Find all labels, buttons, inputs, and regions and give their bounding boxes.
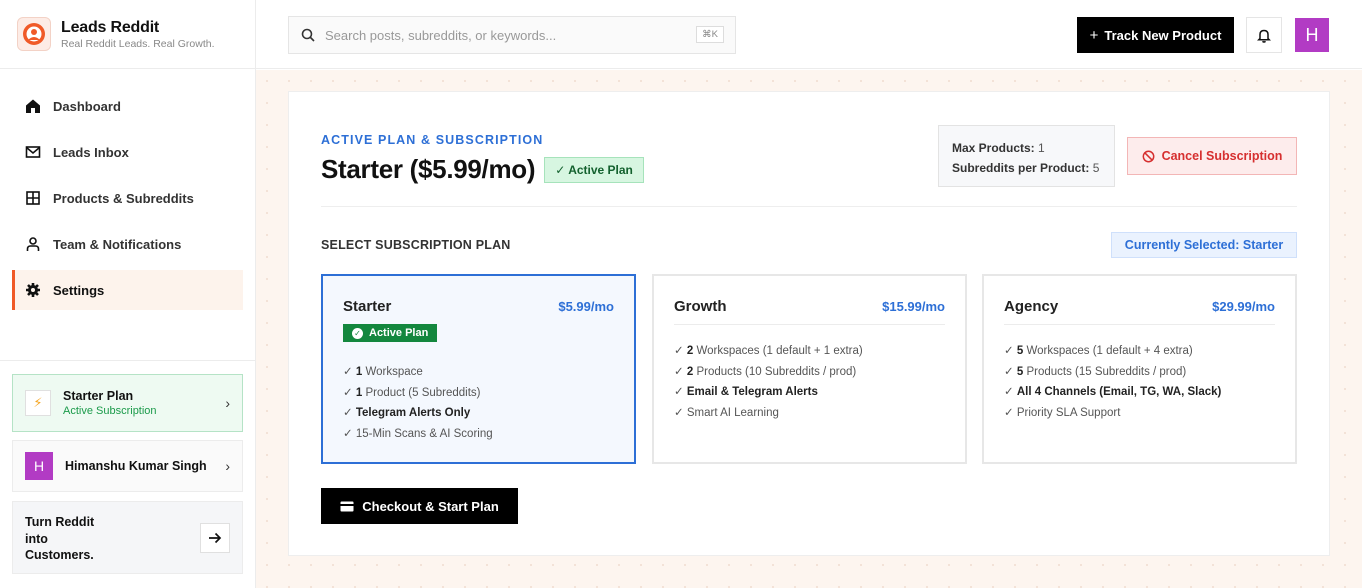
list-item: ✓ 15-Min Scans & AI Scoring bbox=[343, 427, 493, 440]
status-badge: ✓ Active Plan bbox=[544, 156, 644, 183]
sidebar-item-products-subreddits[interactable]: Products & Subreddits bbox=[12, 175, 243, 221]
subscription-card: ACTIVE PLAN & SUBSCRIPTION Starter ($5.9… bbox=[288, 91, 1330, 556]
plan-name: Starter bbox=[343, 298, 392, 315]
divider bbox=[321, 206, 1297, 207]
list-item: ✓ 2 Workspaces (1 default + 1 extra) bbox=[674, 345, 863, 357]
user-name: Himanshu Kumar Singh bbox=[65, 459, 207, 473]
sidebar-bottom: ⚡ Starter Plan Active Subscription › H H… bbox=[0, 360, 255, 574]
user-icon bbox=[24, 235, 42, 253]
list-item: ✓ 5 Workspaces (1 default + 4 extra) bbox=[1004, 345, 1193, 357]
list-item: ✓ Priority SLA Support bbox=[1004, 406, 1121, 419]
cancel-subscription-button[interactable]: Cancel Subscription bbox=[1127, 137, 1297, 175]
plan-price: $15.99/mo bbox=[882, 299, 945, 314]
chevron-right-icon: › bbox=[225, 395, 230, 411]
bolt-icon: ⚡ bbox=[25, 390, 51, 416]
select-plan-heading: SELECT SUBSCRIPTION PLAN bbox=[321, 238, 511, 252]
active-plan-badge: ✓ Active Plan bbox=[343, 324, 438, 342]
list-item: ✓ Telegram Alerts Only bbox=[343, 407, 471, 419]
sidebar-item-label: Settings bbox=[53, 282, 105, 298]
list-item: ✓ Smart AI Learning bbox=[674, 406, 779, 419]
track-new-product-label: Track New Product bbox=[1104, 27, 1222, 43]
track-new-product-button[interactable]: + Track New Product bbox=[1077, 17, 1234, 53]
sidebar-item-label: Leads Inbox bbox=[53, 144, 129, 160]
plan-options: Starter $5.99/mo ✓ Active Plan ✓ 1 Works… bbox=[321, 274, 1297, 464]
plan-features: ✓ 2 Workspaces (1 default + 1 extra) ✓ 2… bbox=[674, 341, 945, 423]
topbar: ⌘K + Track New Product H bbox=[256, 0, 1362, 69]
checkout-button[interactable]: Checkout & Start Plan bbox=[321, 488, 518, 524]
sidebar-user-card[interactable]: H Himanshu Kumar Singh › bbox=[12, 440, 243, 492]
sidebar-item-team-notifications[interactable]: Team & Notifications bbox=[12, 221, 243, 267]
arrow-right-icon bbox=[209, 532, 222, 544]
divider bbox=[674, 324, 945, 325]
subreddits-value: 5 bbox=[1092, 161, 1100, 175]
plan-card-agency[interactable]: Agency $29.99/mo ✓ 5 Workspaces (1 defau… bbox=[982, 274, 1297, 464]
search-box[interactable]: ⌘K bbox=[288, 16, 736, 54]
sidebar-plan-title: Starter Plan bbox=[63, 389, 134, 403]
cancel-subscription-label: Cancel Subscription bbox=[1161, 149, 1283, 163]
plan-card-starter[interactable]: Starter $5.99/mo ✓ Active Plan ✓ 1 Works… bbox=[321, 274, 636, 464]
divider bbox=[1004, 324, 1275, 325]
home-icon bbox=[24, 97, 42, 115]
brand[interactable]: Leads Reddit Real Reddit Leads. Real Gro… bbox=[0, 0, 255, 69]
search-icon bbox=[301, 28, 315, 42]
bell-icon bbox=[1257, 29, 1271, 43]
grid-icon bbox=[24, 189, 42, 207]
plan-price: $5.99/mo bbox=[558, 299, 614, 314]
search-input[interactable] bbox=[325, 27, 685, 43]
max-products-value: 1 bbox=[1038, 141, 1045, 155]
promo-text: Turn Reddit into Customers. bbox=[25, 515, 95, 562]
plan-name: Agency bbox=[1004, 298, 1059, 315]
plan-card-growth[interactable]: Growth $15.99/mo ✓ 2 Workspaces (1 defau… bbox=[652, 274, 967, 464]
current-selection-badge: Currently Selected: Starter bbox=[1111, 232, 1297, 258]
list-item: ✓ 2 Products (10 Subreddits / prod) bbox=[674, 365, 857, 378]
active-plan-heading: Starter ($5.99/mo) ✓ Active Plan bbox=[321, 154, 644, 185]
sidebar-plan-card[interactable]: ⚡ Starter Plan Active Subscription › bbox=[12, 374, 243, 432]
page-title: Starter ($5.99/mo) bbox=[321, 154, 536, 184]
chevron-right-icon: › bbox=[225, 458, 230, 474]
checkout-label: Checkout & Start Plan bbox=[362, 498, 499, 514]
promo-card: Turn Reddit into Customers. bbox=[12, 501, 243, 574]
plan-price: $29.99/mo bbox=[1212, 299, 1275, 314]
check-circle-icon: ✓ bbox=[352, 327, 363, 339]
brand-tagline: Real Reddit Leads. Real Growth. bbox=[61, 37, 215, 50]
sidebar-nav: Dashboard Leads Inbox Products & Subredd… bbox=[0, 69, 255, 310]
shortcut-hint: ⌘K bbox=[696, 26, 724, 43]
list-item: ✓ 1 Workspace bbox=[343, 366, 423, 378]
sidebar-item-label: Products & Subreddits bbox=[53, 190, 194, 206]
sidebar-item-settings[interactable]: Settings bbox=[12, 270, 243, 310]
brand-name: Leads Reddit bbox=[61, 18, 160, 36]
list-item: ✓ 1 Product (5 Subreddits) bbox=[343, 386, 481, 399]
user-avatar-button[interactable]: H bbox=[1295, 18, 1329, 52]
list-item: ✓ All 4 Channels (Email, TG, WA, Slack) bbox=[1004, 386, 1222, 398]
credit-card-icon bbox=[340, 501, 354, 511]
ban-icon bbox=[1142, 150, 1155, 162]
plus-icon: + bbox=[1089, 26, 1099, 44]
plan-features: ✓ 5 Workspaces (1 default + 4 extra) ✓ 5… bbox=[1004, 341, 1275, 423]
notifications-button[interactable] bbox=[1246, 17, 1282, 53]
arrow-right-button[interactable] bbox=[200, 523, 230, 553]
sidebar: Leads Reddit Real Reddit Leads. Real Gro… bbox=[0, 0, 256, 588]
avatar: H bbox=[25, 452, 53, 480]
gear-icon bbox=[24, 281, 42, 299]
list-item: ✓ 5 Products (15 Subreddits / prod) bbox=[1004, 365, 1187, 378]
plan-features: ✓ 1 Workspace ✓ 1 Product (5 Subreddits)… bbox=[343, 362, 614, 444]
subreddits-label: Subreddits per Product: bbox=[952, 161, 1090, 175]
active-plan-badge-label: Active Plan bbox=[369, 327, 429, 339]
section-eyebrow: ACTIVE PLAN & SUBSCRIPTION bbox=[321, 133, 544, 147]
sidebar-item-label: Team & Notifications bbox=[53, 236, 182, 252]
plan-name: Growth bbox=[674, 298, 727, 315]
main-content: ACTIVE PLAN & SUBSCRIPTION Starter ($5.9… bbox=[256, 70, 1362, 588]
mail-icon bbox=[24, 143, 42, 161]
list-item: ✓ Email & Telegram Alerts bbox=[674, 386, 818, 398]
max-products-label: Max Products: bbox=[952, 141, 1035, 155]
sidebar-item-dashboard[interactable]: Dashboard bbox=[12, 83, 243, 129]
brand-logo-icon bbox=[17, 17, 51, 51]
sidebar-item-leads-inbox[interactable]: Leads Inbox bbox=[12, 129, 243, 175]
plan-limits: Max Products: 1 Subreddits per Product: … bbox=[938, 125, 1115, 187]
sidebar-item-label: Dashboard bbox=[53, 98, 121, 114]
sidebar-plan-status: Active Subscription bbox=[63, 405, 157, 417]
